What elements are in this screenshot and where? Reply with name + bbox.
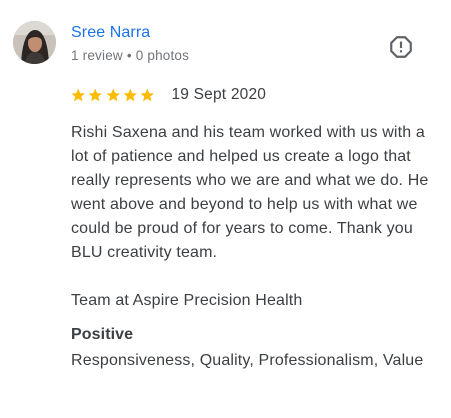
avatar[interactable] — [13, 21, 56, 64]
rating-row: 19 Sept 2020 — [70, 86, 266, 104]
star-rating — [70, 87, 156, 103]
reviewer-name[interactable]: Sree Narra — [71, 24, 150, 42]
star-icon — [140, 88, 155, 102]
star-icon — [123, 88, 137, 102]
review-text: Rishi Saxena and his team worked with us… — [71, 121, 443, 313]
review-paragraph: Rishi Saxena and his team worked with us… — [71, 124, 429, 261]
positive-heading: Positive — [71, 326, 134, 343]
reviewer-meta: 1 review • 0 photos — [71, 48, 190, 63]
positive-values: Responsiveness, Quality, Professionalism… — [71, 352, 424, 369]
star-icon — [88, 88, 103, 102]
star-icon — [106, 88, 120, 102]
star-icon — [71, 88, 85, 102]
review-date: 19 Sept 2020 — [171, 86, 267, 103]
review-signature: Team at Aspire Precision Health — [71, 292, 303, 309]
report-flag-icon[interactable] — [388, 34, 414, 60]
